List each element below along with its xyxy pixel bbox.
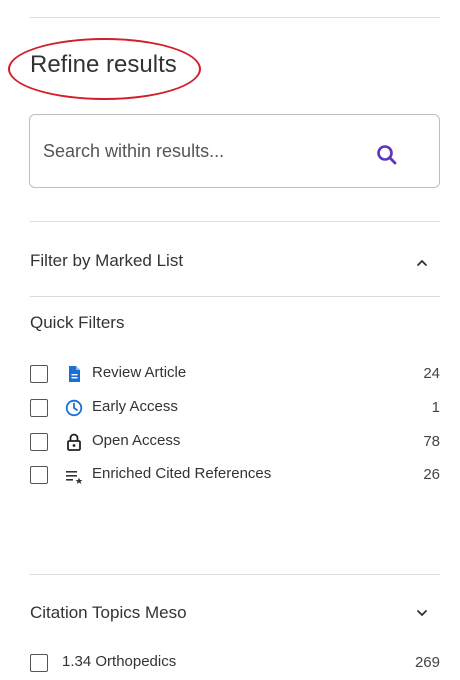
quick-filter-row-review-article: Review Article 24 <box>30 363 440 387</box>
search-icon <box>377 145 397 165</box>
search-within-results-input[interactable] <box>43 137 343 165</box>
document-icon <box>69 366 80 382</box>
citation-topic-count: 269 <box>414 654 440 671</box>
section-divider <box>30 296 440 297</box>
citation-topic-row: 1.34 Orthopedics 269 <box>30 652 440 676</box>
citation-topic-label[interactable]: 1.34 Orthopedics <box>62 653 176 670</box>
checkbox[interactable] <box>30 399 48 417</box>
quick-filter-row-open-access: Open Access 78 <box>30 431 440 455</box>
search-button[interactable] <box>373 141 401 169</box>
chevron-down-icon[interactable] <box>414 605 430 621</box>
quick-filter-label[interactable]: Early Access <box>92 398 178 415</box>
top-divider <box>30 17 440 18</box>
quick-filter-count: 1 <box>431 399 440 416</box>
search-within-results-box <box>29 114 440 188</box>
quick-filter-row-early-access: Early Access 1 <box>30 397 440 421</box>
section-divider <box>30 574 440 575</box>
checkbox[interactable] <box>30 466 48 484</box>
list-star-icon <box>66 471 83 484</box>
section-divider <box>30 221 440 222</box>
quick-filter-count: 24 <box>423 365 440 382</box>
section-title-citation-topics[interactable]: Citation Topics Meso <box>30 603 187 623</box>
highlight-oval-annotation <box>8 38 201 100</box>
quick-filter-count: 78 <box>423 433 440 450</box>
section-title-marked-list[interactable]: Filter by Marked List <box>30 251 183 271</box>
quick-filter-label[interactable]: Open Access <box>92 432 180 449</box>
checkbox[interactable] <box>30 433 48 451</box>
refine-results-panel: Refine results Filter by Marked List Qui… <box>0 0 460 680</box>
quick-filter-label[interactable]: Enriched Cited References <box>92 465 271 482</box>
quick-filter-label[interactable]: Review Article <box>92 364 186 381</box>
quick-filter-row-enriched-cited-references: Enriched Cited References 26 <box>30 464 440 488</box>
quick-filter-count: 26 <box>423 466 440 483</box>
checkbox[interactable] <box>30 654 48 672</box>
clock-icon <box>65 399 83 417</box>
chevron-up-icon[interactable] <box>414 255 430 271</box>
unlock-icon <box>67 433 81 451</box>
section-title-quick-filters: Quick Filters <box>30 313 125 332</box>
checkbox[interactable] <box>30 365 48 383</box>
